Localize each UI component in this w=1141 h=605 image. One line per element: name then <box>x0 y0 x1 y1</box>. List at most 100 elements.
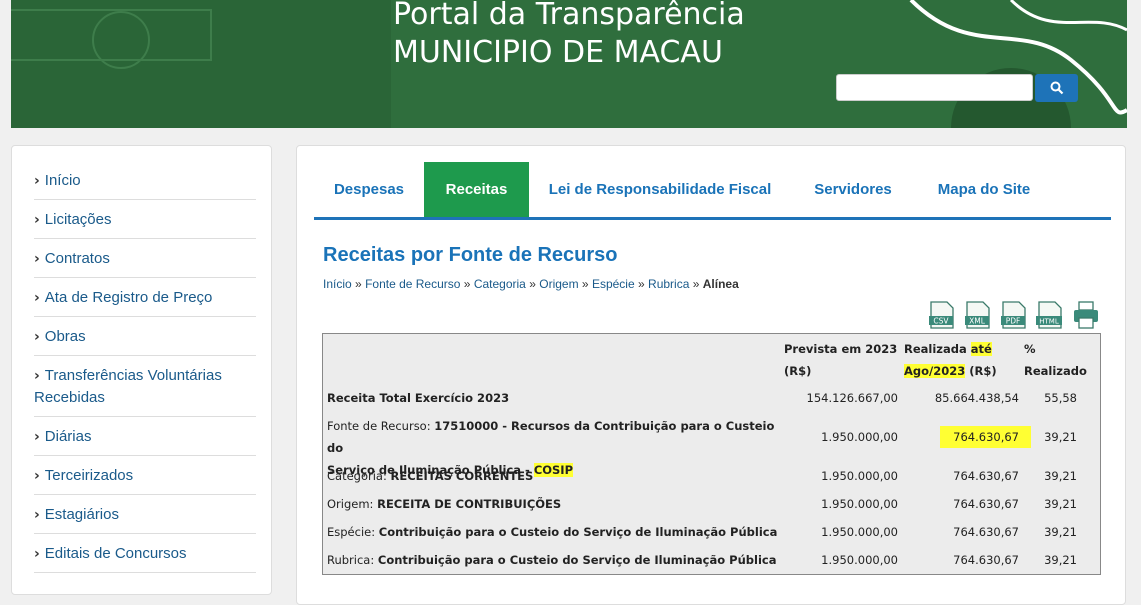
sidebar-item-obras[interactable]: › Obras <box>34 326 256 356</box>
header-realizada-unit: (R$) <box>965 364 997 378</box>
search-icon <box>1050 81 1063 95</box>
pdf-label: PDF <box>1006 317 1021 326</box>
breadcrumb-separator: » <box>581 277 589 291</box>
sidebar-item-diarias[interactable]: › Diárias <box>34 426 256 456</box>
breadcrumb-separator: » <box>692 277 700 291</box>
chevron-right-icon: › <box>34 507 40 523</box>
fonte-pct: 39,21 <box>1044 430 1077 444</box>
html-export-icon[interactable]: HTML <box>1036 301 1062 329</box>
header-realizada-line1: Realizada até <box>904 338 997 360</box>
portal-title-line2: MUNICIPIO DE MACAU <box>393 35 723 70</box>
sidebar-item-terceirizados[interactable]: › Terceirizados <box>34 465 256 495</box>
breadcrumb-origem[interactable]: Origem <box>539 277 578 291</box>
chevron-right-icon: › <box>34 290 40 306</box>
breadcrumb-separator: » <box>638 277 645 291</box>
csv-export-icon[interactable]: CSV <box>929 301 954 329</box>
breadcrumb-separator: » <box>355 277 362 291</box>
xml-label: XML <box>969 317 986 326</box>
chevron-right-icon: › <box>34 429 40 445</box>
breadcrumb-fonte[interactable]: Fonte de Recurso <box>365 277 460 291</box>
sidebar-item-label: Editais de Concursos <box>44 545 187 562</box>
rubrica-pct: 39,21 <box>1044 553 1077 567</box>
main-panel: Despesas Receitas Lei de Responsabilidad… <box>296 145 1126 605</box>
breadcrumb-rubrica[interactable]: Rubrica <box>648 277 689 291</box>
breadcrumb-categoria[interactable]: Categoria <box>474 277 526 291</box>
xml-export-icon[interactable]: XML <box>965 301 990 329</box>
tab-mapa-site[interactable]: Mapa do Site <box>915 162 1053 217</box>
breadcrumb-inicio[interactable]: Início <box>323 277 352 291</box>
fonte-prefix: Fonte de Recurso: <box>327 419 435 433</box>
search-input[interactable] <box>836 74 1033 101</box>
breadcrumb-separator: » <box>529 277 536 291</box>
sidebar-item-label-line2: Recebidas <box>34 389 105 406</box>
rubrica-prefix: Rubrica: <box>327 553 378 567</box>
chevron-right-icon: › <box>34 329 40 345</box>
breadcrumb-alinea: Alínea <box>702 277 739 291</box>
chevron-right-icon: › <box>34 251 40 267</box>
especie-label[interactable]: Espécie: Contribuição para o Custeio do … <box>327 521 777 543</box>
sidebar-item-transferencias[interactable]: › Transferências Voluntárias Recebidas <box>34 365 256 417</box>
portal-title-line1: Portal da Transparência <box>393 0 745 32</box>
sidebar-item-licitacoes[interactable]: › Licitações <box>34 209 256 239</box>
breadcrumb-separator: » <box>463 277 471 291</box>
sidebar-nav: › Início › Licitações › Contratos › Ata de R… <box>11 145 272 595</box>
total-realizada: 85.664.438,54 <box>934 391 1019 405</box>
especie-realizada: 764.630,67 <box>953 525 1019 539</box>
fonte-cosip-highlight: COSIP <box>533 463 574 477</box>
sidebar-item-label: Estagiários <box>44 506 119 523</box>
origem-realizada: 764.630,67 <box>953 497 1019 511</box>
header-pct-line1: % <box>1024 342 1036 356</box>
categoria-prevista: 1.950.000,00 <box>821 469 898 483</box>
chevron-right-icon: › <box>34 173 40 189</box>
sidebar-item-label: Diárias <box>44 428 92 445</box>
fonte-realizada: 764.630,67 <box>940 426 1031 448</box>
header-prevista: Prevista em 2023 (R$) <box>784 338 897 382</box>
sidebar-item-label: Início <box>44 172 81 189</box>
categoria-label[interactable]: Categoria: RECEITAS CORRENTES <box>327 465 533 487</box>
origem-prefix: Origem: <box>327 497 378 511</box>
tab-despesas[interactable]: Despesas <box>314 162 424 217</box>
categoria-prefix: Categoria: <box>327 469 391 483</box>
rubrica-label[interactable]: Rubrica: Contribuição para o Custeio do … <box>327 549 776 571</box>
chevron-right-icon: › <box>34 468 40 484</box>
sidebar-item-label: Obras <box>44 328 86 345</box>
origem-label[interactable]: Origem: RECEITA DE CONTRIBUIÇÕES <box>327 493 561 515</box>
csv-label: CSV <box>933 317 949 326</box>
categoria-realizada: 764.630,67 <box>953 469 1019 483</box>
sidebar-item-contratos[interactable]: › Contratos <box>34 248 256 278</box>
header-banner: Portal da Transparência MUNICIPIO DE MAC… <box>11 0 1127 128</box>
breadcrumb-especie[interactable]: Espécie <box>592 277 635 291</box>
pdf-export-icon[interactable]: PDF <box>1001 301 1026 329</box>
header-realizada-text: Realizada <box>904 342 971 356</box>
page-title: Receitas por Fonte de Recurso <box>323 244 618 266</box>
origem-text: RECEITA DE CONTRIBUIÇÕES <box>377 497 562 511</box>
origem-prevista: 1.950.000,00 <box>821 497 898 511</box>
especie-pct: 39,21 <box>1044 525 1077 539</box>
header-realizada-month-highlight: Ago/2023 <box>904 364 966 378</box>
search-button[interactable] <box>1035 74 1078 102</box>
print-icon[interactable] <box>1074 301 1098 329</box>
categoria-pct: 39,21 <box>1044 469 1077 483</box>
header-realizada-line2: Ago/2023 (R$) <box>904 360 997 382</box>
header-realizada-highlight: até <box>970 342 992 356</box>
revenue-table: Prevista em 2023 (R$) Realizada até Ago/… <box>322 333 1101 575</box>
sidebar-item-ata-registro-preco[interactable]: › Ata de Registro de Preço <box>34 287 256 317</box>
tab-receitas[interactable]: Receitas <box>424 162 529 217</box>
header-pct: % Realizado <box>1024 338 1087 382</box>
sidebar-item-inicio[interactable]: › Início <box>34 170 256 200</box>
portal-title: Portal da Transparência MUNICIPIO DE MAC… <box>393 0 745 72</box>
tab-servidores[interactable]: Servidores <box>791 162 915 217</box>
sidebar-item-label: Licitações <box>44 211 112 228</box>
rubrica-prevista: 1.950.000,00 <box>821 553 898 567</box>
sidebar-item-estagiarios[interactable]: › Estagiários <box>34 504 256 534</box>
especie-prevista: 1.950.000,00 <box>821 525 898 539</box>
sidebar-item-label: Terceirizados <box>44 467 134 484</box>
sidebar-item-label: Ata de Registro de Preço <box>44 289 213 306</box>
total-prevista: 154.126.667,00 <box>806 391 898 405</box>
header-prevista-line2: (R$) <box>784 364 812 378</box>
rubrica-realizada: 764.630,67 <box>953 553 1019 567</box>
tab-lrf[interactable]: Lei de Responsabilidade Fiscal <box>529 162 791 217</box>
export-toolbar: CSV XML PDF HTML <box>929 301 1098 329</box>
sidebar-item-editais-concursos[interactable]: › Editais de Concursos <box>34 543 256 573</box>
top-tabs: Despesas Receitas Lei de Responsabilidad… <box>314 162 1111 220</box>
